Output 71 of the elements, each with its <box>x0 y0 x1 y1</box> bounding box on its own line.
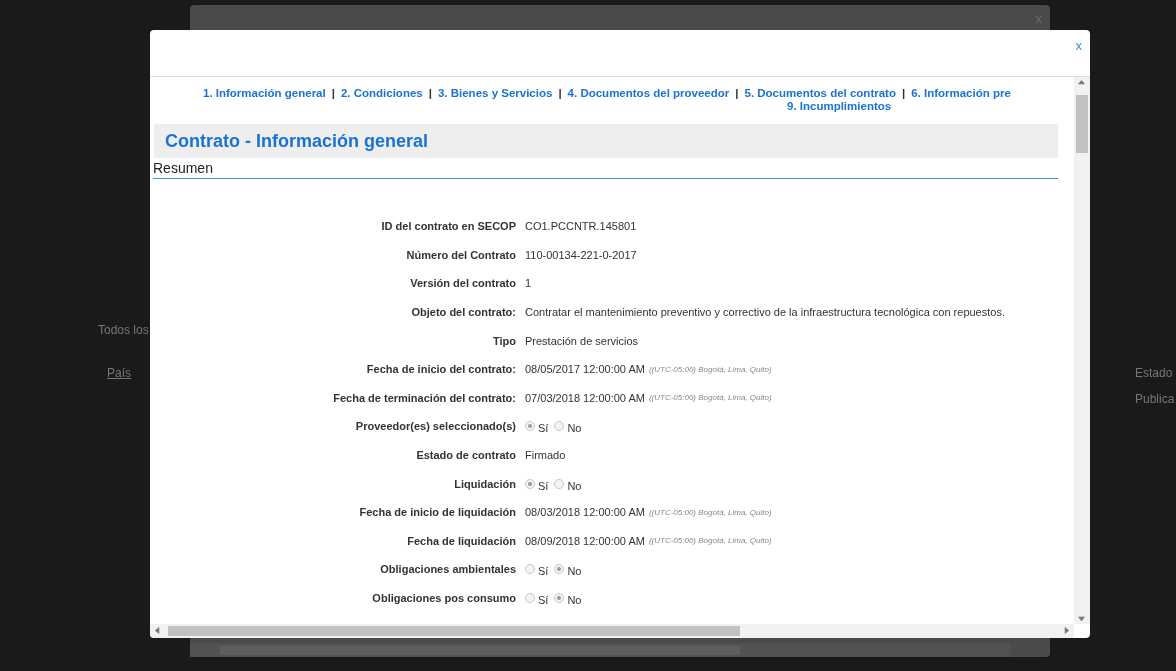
nav-link[interactable]: 9. Incumplimientos <box>150 99 1074 112</box>
horizontal-scrollbar[interactable] <box>150 624 1074 638</box>
nav-link[interactable]: 2. Condiciones <box>340 87 423 99</box>
scroll-right-icon[interactable] <box>1063 627 1070 634</box>
radio-label: Sí <box>538 594 549 606</box>
radio-label: No <box>567 565 582 578</box>
field-label: Número del Contrato <box>406 248 516 261</box>
background-text: Publica <box>1135 392 1175 406</box>
page-title: Contrato - Información general <box>165 130 429 152</box>
section-title: Resumen <box>153 160 1058 179</box>
field-label: Tipo <box>493 334 516 347</box>
scrollbar-thumb[interactable] <box>1076 95 1088 153</box>
background-text: Estado <box>1135 366 1173 380</box>
nav-link[interactable]: 6. Información pre <box>911 87 1011 99</box>
timezone-note: ((UTC-05:00) Bogotá, Lima, Quito) <box>648 507 772 517</box>
background-text: País <box>107 366 131 380</box>
separator: | <box>331 87 335 99</box>
field-value: 08/09/2018 12:00:00 AM <box>525 534 645 547</box>
radio-label: No <box>567 594 582 606</box>
field-value: CO1.PCCNTR.145801 <box>525 220 637 233</box>
field-value: 1 <box>525 277 532 290</box>
radio-label: Sí <box>538 565 549 578</box>
field-label: Proveedor(es) seleccionado(s) <box>355 420 516 433</box>
radio-button[interactable] <box>525 478 535 489</box>
radio-button[interactable] <box>554 593 565 603</box>
field-value: 110-00134-221-0-2017 <box>525 248 637 261</box>
field-label: Obligaciones pos consumo <box>372 592 516 604</box>
field-label: Fecha de terminación del contrato: <box>333 391 516 404</box>
field-label: ID del contrato en SECOP <box>381 220 516 233</box>
field-label: Estado de contrato <box>416 449 516 462</box>
radio-button[interactable] <box>554 421 565 432</box>
vertical-scrollbar[interactable] <box>1074 77 1090 624</box>
radio-label: No <box>567 422 582 435</box>
separator: | <box>428 87 432 99</box>
separator: | <box>901 87 906 99</box>
field-label: Objeto del contrato: <box>411 306 516 319</box>
separator: | <box>735 87 739 99</box>
field-label: Fecha de liquidación <box>407 534 516 547</box>
radio-label: Sí <box>538 422 549 435</box>
field-label: Versión del contrato <box>410 277 516 290</box>
timezone-note: ((UTC-05:00) Bogotá, Lima, Quito) <box>648 393 772 403</box>
field-label: Liquidación <box>454 477 516 490</box>
timezone-note: ((UTC-05:00) Bogotá, Lima, Quito) <box>648 364 772 374</box>
radio-label: Sí <box>538 479 549 492</box>
radio-button[interactable] <box>525 564 535 575</box>
timezone-note: ((UTC-05:00) Bogotá, Lima, Quito) <box>648 536 772 546</box>
field-value: 07/03/2018 12:00:00 AM <box>525 391 645 404</box>
field-value: Prestación de servicios <box>525 334 639 347</box>
field-value: Contratar el mantenimiento preventivo y correctivo de la infraestructura tecnológica con repuestos. <box>525 306 1005 319</box>
radio-label: No <box>567 479 582 492</box>
scroll-left-icon[interactable] <box>154 627 161 634</box>
close-button[interactable]: x <box>1075 38 1082 53</box>
field-value: Firmado <box>525 449 566 462</box>
separator: | <box>558 87 562 99</box>
nav-link[interactable]: 4. Documentos del proveedor <box>567 87 730 99</box>
nav-link[interactable]: 3. Bienes y Servicios <box>437 87 553 99</box>
field-label: Fecha de inicio de liquidación <box>359 506 516 519</box>
radio-button[interactable] <box>554 478 565 489</box>
field-value: 08/05/2017 12:00:00 AM <box>525 363 645 376</box>
background-text: Todos los <box>98 323 149 337</box>
radio-button[interactable] <box>525 593 535 603</box>
radio-button[interactable] <box>554 564 565 575</box>
scroll-down-icon[interactable] <box>1078 615 1085 622</box>
scrollbar-thumb[interactable] <box>168 626 740 636</box>
field-value: 08/03/2018 12:00:00 AM <box>525 506 645 519</box>
field-label: Fecha de inicio del contrato: <box>366 363 516 376</box>
nav-link[interactable]: 1. Información general <box>203 87 326 99</box>
field-label: Obligaciones ambientales <box>380 563 516 576</box>
nav-link[interactable]: 5. Documentos del contrato <box>744 87 896 99</box>
scroll-up-icon[interactable] <box>1078 79 1085 86</box>
radio-button[interactable] <box>525 421 535 432</box>
